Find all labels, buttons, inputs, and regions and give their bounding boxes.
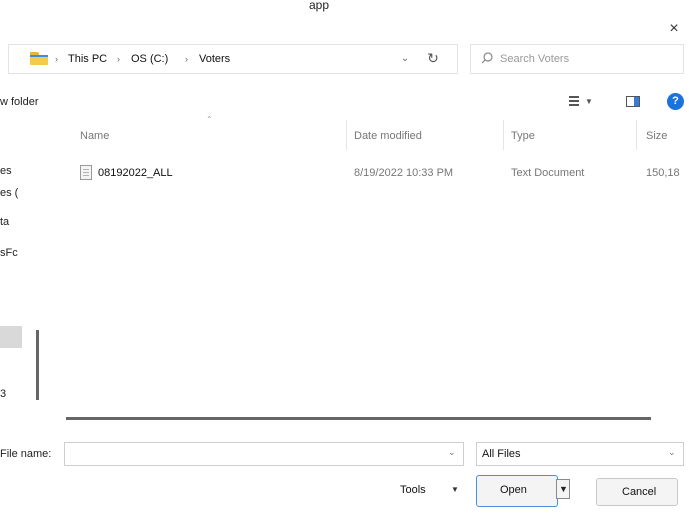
breadcrumb-separator: ›	[185, 54, 188, 64]
nav-item[interactable]: sFc	[0, 247, 18, 259]
cancel-button-label: Cancel	[622, 486, 657, 498]
tools-button[interactable]: Tools	[400, 480, 426, 500]
sort-indicator-icon: ⌃	[206, 115, 213, 124]
column-divider[interactable]	[503, 120, 504, 150]
breadcrumb-separator: ›	[55, 54, 58, 64]
breadcrumb-separator: ›	[117, 54, 120, 64]
file-name-input[interactable]	[70, 446, 440, 462]
file-name-dropdown-icon[interactable]: ⌄	[448, 447, 456, 458]
tools-dropdown-icon[interactable]: ▼	[451, 480, 459, 500]
nav-item[interactable]: es	[0, 165, 12, 177]
breadcrumb-voters[interactable]: Voters	[199, 51, 230, 67]
nav-item[interactable]: ta	[0, 216, 9, 228]
file-type-dropdown-icon[interactable]: ⌄	[668, 447, 676, 458]
breadcrumb-os-c[interactable]: OS (C:)	[131, 51, 168, 67]
open-split-dropdown-icon[interactable]: ▼	[556, 479, 570, 499]
open-button-label: Open	[500, 484, 527, 496]
nav-scrollbar-thumb[interactable]	[36, 330, 39, 400]
search-icon	[481, 52, 493, 64]
nav-selected-highlight	[0, 326, 22, 348]
column-header-date-modified[interactable]: Date modified	[354, 130, 422, 142]
column-divider[interactable]	[346, 120, 347, 150]
nav-item[interactable]: 3	[0, 388, 6, 400]
file-type: Text Document	[511, 167, 585, 179]
preview-pane-icon[interactable]	[626, 96, 640, 107]
file-name[interactable]: 08192022_ALL	[98, 167, 173, 179]
file-size: 150,18	[646, 167, 680, 179]
view-menu-icon[interactable]: ▼	[567, 94, 595, 110]
file-date-modified: 8/19/2022 10:33 PM	[354, 167, 454, 179]
search-input[interactable]	[500, 50, 670, 68]
file-name-label: File name:	[0, 448, 52, 460]
breadcrumb-this-pc[interactable]: This PC	[68, 51, 107, 67]
column-header-name[interactable]: Name	[80, 130, 109, 142]
text-file-icon	[80, 165, 92, 180]
column-header-size[interactable]: Size	[646, 130, 667, 142]
new-folder-button[interactable]: w folder	[0, 96, 39, 108]
file-type-value: All Files	[482, 448, 521, 460]
column-divider[interactable]	[636, 120, 637, 150]
help-icon[interactable]: ?	[667, 93, 684, 110]
horizontal-scrollbar-thumb[interactable]	[66, 417, 651, 420]
refresh-icon[interactable]: ↻	[424, 49, 442, 67]
folder-icon	[30, 52, 48, 65]
close-button[interactable]: ×	[665, 20, 683, 38]
nav-item[interactable]: es (	[0, 187, 18, 199]
column-header-type[interactable]: Type	[511, 130, 535, 142]
address-dropdown-icon[interactable]: ⌄	[398, 51, 412, 67]
navigation-pane: es es ( ta sFc 3	[0, 120, 22, 410]
window-title: app	[309, 0, 330, 12]
